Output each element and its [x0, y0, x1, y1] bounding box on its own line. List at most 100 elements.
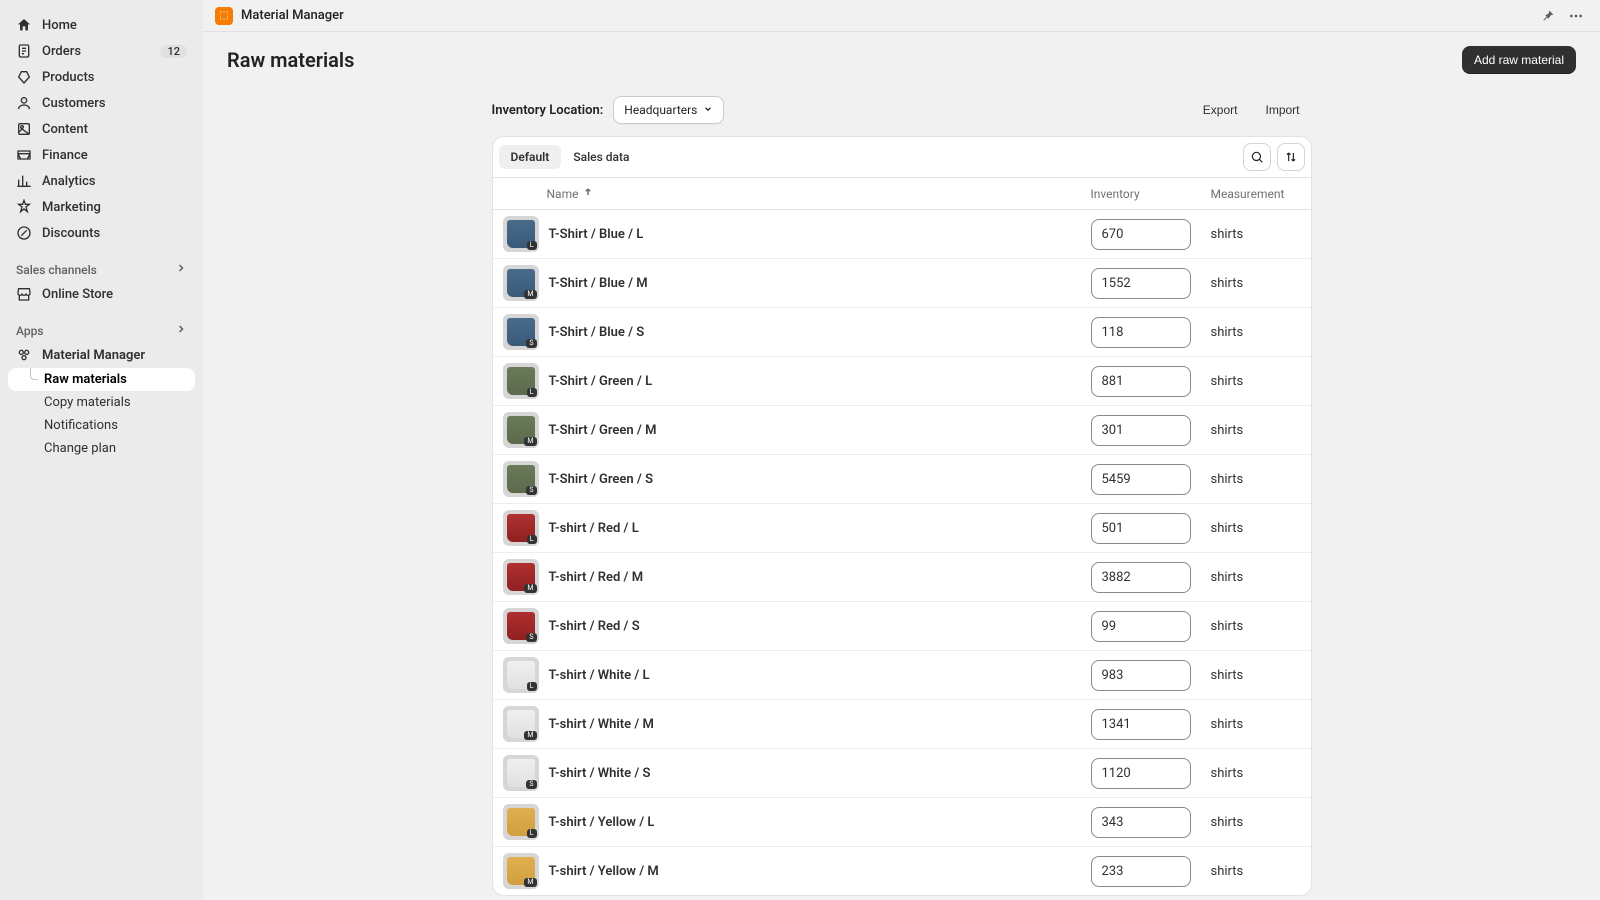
material-name[interactable]: T-Shirt / Blue / M [539, 276, 1091, 291]
measurement-label: shirts [1211, 864, 1301, 879]
table-row[interactable]: ST-shirt / Red / Sshirts [493, 602, 1311, 651]
product-thumbnail: L [503, 363, 539, 399]
analytics-icon [16, 173, 32, 189]
chevron-right-icon [175, 323, 187, 338]
material-name[interactable]: T-shirt / White / L [539, 668, 1091, 683]
product-thumbnail: M [503, 265, 539, 301]
size-tag: M [524, 584, 536, 593]
material-name[interactable]: T-shirt / White / S [539, 766, 1091, 781]
table-row[interactable]: MT-Shirt / Green / M shirts [493, 406, 1311, 455]
material-name[interactable]: T-Shirt / Green / S [539, 472, 1091, 487]
page-title: Raw materials [227, 48, 354, 72]
size-tag: M [524, 878, 536, 887]
inventory-input[interactable] [1091, 219, 1191, 250]
app-icon [16, 347, 32, 363]
inventory-input[interactable] [1091, 660, 1191, 691]
sidebar-item-discounts[interactable]: Discounts [8, 220, 195, 246]
tab-default[interactable]: Default [499, 145, 562, 169]
product-thumbnail: S [503, 314, 539, 350]
table-row[interactable]: MT-shirt / Yellow / M shirts [493, 847, 1311, 895]
table-row[interactable]: ST-Shirt / Blue / S shirts [493, 308, 1311, 357]
pin-button[interactable] [1536, 4, 1560, 28]
table-row[interactable]: ST-Shirt / Green / Sshirts [493, 455, 1311, 504]
table-row[interactable]: ST-shirt / White / Sshirts [493, 749, 1311, 798]
discounts-icon [16, 225, 32, 241]
column-header-name[interactable]: Name [503, 186, 1091, 201]
sidebar-item-analytics[interactable]: Analytics [8, 168, 195, 194]
inventory-input[interactable] [1091, 513, 1191, 544]
material-name[interactable]: T-shirt / Red / M [539, 570, 1091, 585]
more-button[interactable] [1564, 4, 1588, 28]
table-row[interactable]: MT-shirt / White / Mshirts [493, 700, 1311, 749]
add-raw-material-button[interactable]: Add raw material [1462, 46, 1576, 74]
toolbar: Inventory Location: Headquarters Export … [492, 96, 1312, 124]
table-row[interactable]: LT-shirt / Yellow / Lshirts [493, 798, 1311, 847]
store-icon [16, 286, 32, 302]
table-row[interactable]: LT-shirt / Red / Lshirts [493, 504, 1311, 553]
material-name[interactable]: T-shirt / Yellow / L [539, 815, 1091, 830]
material-name[interactable]: T-shirt / Red / L [539, 521, 1091, 536]
inventory-input[interactable] [1091, 268, 1191, 299]
product-thumbnail: S [503, 461, 539, 497]
inventory-input[interactable] [1091, 317, 1191, 348]
material-name[interactable]: T-Shirt / Blue / S [539, 325, 1091, 340]
inventory-input[interactable] [1091, 856, 1191, 887]
column-header-measurement[interactable]: Measurement [1211, 187, 1301, 201]
location-select[interactable]: Headquarters [613, 96, 724, 124]
sidebar-item-home[interactable]: Home [8, 12, 195, 38]
sidebar-item-copy-materials[interactable]: Copy materials [8, 391, 195, 414]
sidebar-item-customers[interactable]: Customers [8, 90, 195, 116]
sort-button[interactable] [1277, 143, 1305, 171]
product-thumbnail: M [503, 412, 539, 448]
sidebar-item-notifications[interactable]: Notifications [8, 414, 195, 437]
size-tag: S [526, 486, 536, 495]
table-row[interactable]: MT-Shirt / Blue / Mshirts [493, 259, 1311, 308]
inventory-input[interactable] [1091, 366, 1191, 397]
size-tag: L [527, 829, 537, 838]
sidebar-section-sales-channels[interactable]: Sales channels [8, 254, 195, 281]
sidebar-item-label: Copy materials [44, 395, 131, 410]
inventory-input[interactable] [1091, 611, 1191, 642]
table-row[interactable]: LT-shirt / White / Lshirts [493, 651, 1311, 700]
column-header-inventory[interactable]: Inventory [1091, 187, 1211, 201]
sidebar-item-material-manager[interactable]: Material Manager [8, 342, 195, 368]
inventory-input[interactable] [1091, 758, 1191, 789]
inventory-input[interactable] [1091, 709, 1191, 740]
sidebar-item-change-plan[interactable]: Change plan [8, 437, 195, 460]
sidebar-item-orders[interactable]: Orders12 [8, 38, 195, 64]
measurement-label: shirts [1211, 423, 1301, 438]
search-button[interactable] [1243, 143, 1271, 171]
table-row[interactable]: LT-Shirt / Green / Lshirts [493, 357, 1311, 406]
material-name[interactable]: T-shirt / White / M [539, 717, 1091, 732]
sidebar-item-content[interactable]: Content [8, 116, 195, 142]
sidebar-item-label: Online Store [42, 287, 113, 302]
sidebar-item-finance[interactable]: Finance [8, 142, 195, 168]
sidebar-item-raw-materials[interactable]: Raw materials [8, 368, 195, 391]
sidebar-item-label: Orders [42, 44, 81, 59]
material-name[interactable]: T-shirt / Red / S [539, 619, 1091, 634]
inventory-input[interactable] [1091, 807, 1191, 838]
tab-sales-data[interactable]: Sales data [561, 145, 641, 169]
material-name[interactable]: T-Shirt / Green / M [539, 423, 1091, 438]
sidebar-section-apps[interactable]: Apps [8, 315, 195, 342]
marketing-icon [16, 199, 32, 215]
size-tag: S [526, 339, 536, 348]
inventory-input[interactable] [1091, 415, 1191, 446]
location-select-value: Headquarters [624, 103, 697, 117]
table-row[interactable]: LT-Shirt / Blue / Lshirts [493, 210, 1311, 259]
measurement-label: shirts [1211, 325, 1301, 340]
inventory-input[interactable] [1091, 562, 1191, 593]
product-thumbnail: M [503, 559, 539, 595]
products-icon [16, 69, 32, 85]
sidebar-item-products[interactable]: Products [8, 64, 195, 90]
sidebar-item-marketing[interactable]: Marketing [8, 194, 195, 220]
export-button[interactable]: Export [1191, 96, 1250, 124]
import-button[interactable]: Import [1253, 96, 1311, 124]
table-row[interactable]: MT-shirt / Red / Mshirts [493, 553, 1311, 602]
inventory-input[interactable] [1091, 464, 1191, 495]
material-name[interactable]: T-shirt / Yellow / M [539, 864, 1091, 879]
measurement-label: shirts [1211, 521, 1301, 536]
material-name[interactable]: T-Shirt / Green / L [539, 374, 1091, 389]
material-name[interactable]: T-Shirt / Blue / L [539, 227, 1091, 242]
sidebar-item-online-store[interactable]: Online Store [8, 281, 195, 307]
